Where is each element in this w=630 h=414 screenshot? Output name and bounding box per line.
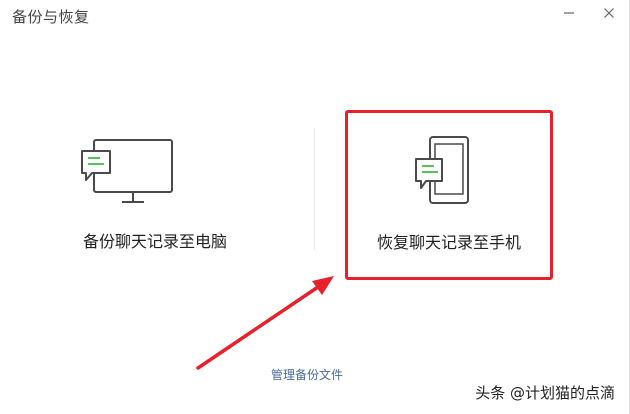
- close-icon: [604, 8, 614, 18]
- watermark-text: 头条 @计划猫的点滴: [475, 384, 615, 402]
- options-divider: [314, 128, 315, 250]
- restore-to-phone-option[interactable]: 恢复聊天记录至手机: [345, 110, 553, 280]
- minimize-button[interactable]: [557, 2, 581, 24]
- phone-chat-icon: [415, 136, 469, 204]
- backup-restore-window: 备份与恢复 备份聊天记录至电脑 恢复聊天记录至手机 管理备份文件 头条 @计划猫…: [0, 0, 630, 414]
- window-title: 备份与恢复: [12, 8, 90, 26]
- manage-backup-files-link[interactable]: 管理备份文件: [271, 366, 343, 383]
- close-button[interactable]: [597, 2, 621, 24]
- backup-to-pc-label: 备份聊天记录至电脑: [82, 232, 227, 251]
- backup-to-pc-option[interactable]: 备份聊天记录至电脑: [40, 120, 270, 260]
- title-bar: 备份与恢复: [0, 0, 630, 34]
- minimize-icon: [564, 12, 574, 14]
- computer-chat-icon: [81, 139, 173, 203]
- restore-to-phone-label: 恢复聊天记录至手机: [376, 233, 521, 252]
